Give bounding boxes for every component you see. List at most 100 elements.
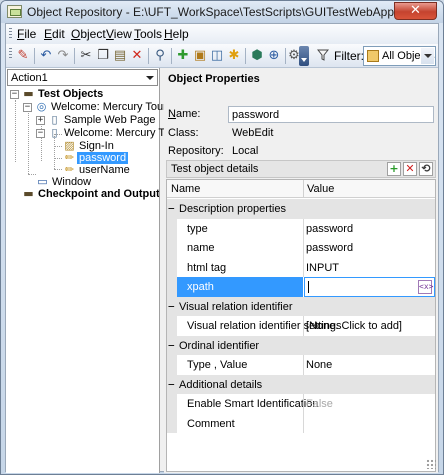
collapse-icon[interactable]: − xyxy=(23,103,32,112)
column-header-name[interactable]: Name xyxy=(171,183,200,195)
category-description-properties[interactable]: − Description properties xyxy=(167,199,435,219)
name-field[interactable]: password xyxy=(228,106,434,123)
tree-node-page-sample[interactable]: + ▯ Sample Web Page xyxy=(6,114,159,127)
close-button[interactable]: ✕ xyxy=(394,2,437,20)
menu-help[interactable]: Help xyxy=(164,27,189,41)
add-repository-icon[interactable]: ▣ xyxy=(192,48,208,64)
property-row-smart-identification[interactable]: Enable Smart Identification False xyxy=(167,394,435,414)
test-object-details-grid: Name Value − Description properties type… xyxy=(166,179,436,472)
property-value: False xyxy=(306,398,333,410)
menu-tools[interactable]: Tools xyxy=(134,27,162,41)
column-divider xyxy=(303,257,304,277)
tree-node-checkpoints[interactable]: ▬ Checkpoint and Output Objec xyxy=(6,188,159,201)
column-divider xyxy=(303,413,304,433)
column-header-value[interactable]: Value xyxy=(307,183,334,195)
resize-grip[interactable] xyxy=(426,459,436,469)
find-icon[interactable]: ⚲ xyxy=(152,48,168,64)
tree-node-page-welcome[interactable]: − ▯ Welcome: Mercury Tou xyxy=(6,127,176,140)
filter-dropdown[interactable]: All Objects xyxy=(363,46,436,66)
toolbar-overflow-button[interactable] xyxy=(299,46,309,66)
property-name: type xyxy=(187,222,208,235)
property-row-comment[interactable]: Comment xyxy=(167,413,435,433)
repository-property-row: Repository: Local xyxy=(168,143,438,161)
spy-icon[interactable]: ✱ xyxy=(226,48,242,64)
object-properties-heading: Object Properties xyxy=(168,73,260,85)
copy-icon[interactable]: ❐ xyxy=(95,48,111,64)
menu-object[interactable]: Object xyxy=(71,27,106,41)
collapse-icon[interactable]: − xyxy=(168,203,175,214)
tree-node-test-objects[interactable]: − ▬ Test Objects xyxy=(6,88,159,101)
remove-property-button[interactable]: ✕ xyxy=(403,162,417,176)
action-dropdown[interactable]: Action1 xyxy=(7,69,158,86)
property-value: password xyxy=(306,222,354,235)
tree-node-label: Window xyxy=(52,176,92,188)
test-object-details-title: Test object details xyxy=(171,163,259,175)
column-divider xyxy=(303,355,304,375)
category-ordinal-identifier[interactable]: − Ordinal identifier xyxy=(167,335,435,355)
paste-icon[interactable]: ▤ xyxy=(112,48,128,64)
row-gutter xyxy=(167,277,177,297)
export-icon[interactable]: ⬢ xyxy=(249,48,265,64)
record-icon[interactable]: ✎ xyxy=(15,48,31,64)
row-gutter xyxy=(167,413,177,433)
cut-icon[interactable]: ✂ xyxy=(78,48,94,64)
category-visual-relation-identifier[interactable]: − Visual relation identifier xyxy=(167,296,435,316)
xpath-editor-button[interactable]: <x> xyxy=(418,280,433,294)
class-label: Class: xyxy=(168,127,199,139)
row-gutter xyxy=(167,218,177,238)
row-gutter xyxy=(167,394,177,414)
menu-edit[interactable]: Edit xyxy=(44,27,65,41)
collapse-icon[interactable]: − xyxy=(168,379,175,390)
collapse-icon[interactable]: − xyxy=(168,301,175,312)
menu-file[interactable]: File xyxy=(17,27,36,41)
object-tree: − ▬ Test Objects − ◎ Welcome: Mercury To… xyxy=(6,88,176,472)
add-object-icon[interactable]: ✚ xyxy=(175,48,191,64)
highlight-icon[interactable]: ◫ xyxy=(209,48,225,64)
tree-node-browser[interactable]: − ◎ Welcome: Mercury Tours xyxy=(6,100,172,114)
column-divider xyxy=(303,316,304,336)
property-row-ordinal-type-value[interactable]: Type , Value None xyxy=(167,355,435,375)
redo-icon[interactable]: ↷ xyxy=(55,48,71,64)
property-value[interactable]: [None. Click to add] xyxy=(306,320,402,332)
property-value: None xyxy=(306,359,333,371)
property-row-name[interactable]: name password xyxy=(167,238,435,258)
chevron-down-icon[interactable] xyxy=(146,76,154,80)
property-row-xpath[interactable]: xpath <x> xyxy=(167,277,435,297)
toolbar-separator xyxy=(245,48,246,64)
property-row-visual-relation-settings[interactable]: Visual relation identifier settings [Non… xyxy=(167,316,435,336)
test-objects-icon: ▬ xyxy=(23,87,34,100)
undo-icon[interactable]: ↶ xyxy=(38,48,54,64)
toolbar: ✎ ↶ ↷ ✂ ❐ ▤ ✕ ⚲ ✚ ▣ ◫ ✱ ⬢ ⊕ ⚙ Filter: Al… xyxy=(6,44,438,68)
tree-node-label: userName xyxy=(79,164,130,176)
checkpoint-objects-icon: ▬ xyxy=(23,188,34,200)
name-label: Name: xyxy=(168,108,201,120)
class-value: WebEdit xyxy=(232,127,274,139)
collapse-icon[interactable]: − xyxy=(36,129,45,138)
row-gutter xyxy=(167,257,177,277)
expand-icon[interactable]: + xyxy=(36,116,45,125)
property-name: name xyxy=(187,242,215,254)
property-row-html-tag[interactable]: html tag INPUT xyxy=(167,257,435,277)
toolbar-separator xyxy=(34,48,35,64)
category-additional-details[interactable]: − Additional details xyxy=(167,374,435,394)
menu-view[interactable]: View xyxy=(106,27,132,41)
delete-icon[interactable]: ✕ xyxy=(129,48,145,64)
text-caret xyxy=(308,281,309,293)
browser-globe-icon: ◎ xyxy=(36,100,47,113)
column-divider xyxy=(303,394,304,414)
property-name: xpath xyxy=(187,281,214,293)
test-object-details-header: Test object details + ✕ ⟲ xyxy=(166,160,436,178)
add-property-button[interactable]: + xyxy=(387,162,401,176)
tree-node-label: Test Objects xyxy=(38,88,104,100)
collapse-icon[interactable]: − xyxy=(168,340,175,351)
collapse-icon[interactable]: − xyxy=(10,90,19,99)
chevron-down-icon[interactable] xyxy=(421,48,434,64)
tree-node-label: Sample Web Page xyxy=(64,114,156,126)
grid-header: Name Value xyxy=(167,180,435,198)
xpath-value-input[interactable]: <x> xyxy=(304,277,435,297)
refresh-properties-button[interactable]: ⟲ xyxy=(419,162,433,176)
class-property-row: Class: WebEdit xyxy=(168,125,438,143)
property-value: INPUT xyxy=(306,261,339,274)
navigate-icon[interactable]: ⊕ xyxy=(266,48,282,64)
property-row-type[interactable]: type password xyxy=(167,218,435,238)
